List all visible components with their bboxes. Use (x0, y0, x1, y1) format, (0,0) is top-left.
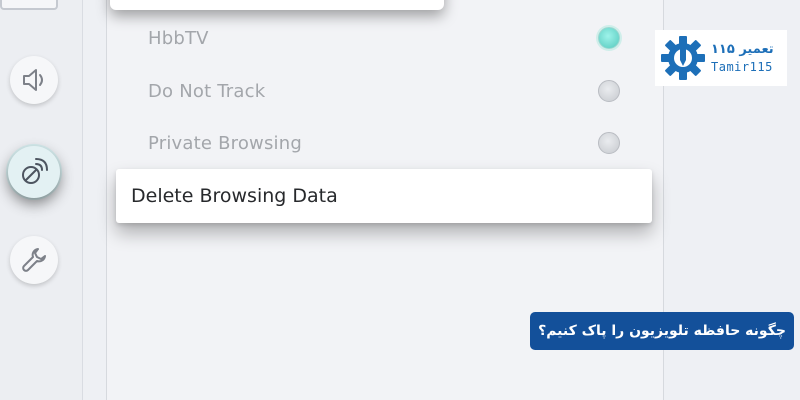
caption-banner: چگونه حافظه تلویزیون را پاک کنیم؟ (530, 312, 794, 350)
wrench-icon (22, 248, 46, 272)
menu-item-hbbtv[interactable]: HbbTV (148, 23, 628, 53)
private-browsing-toggle[interactable] (598, 132, 620, 154)
menu-item-private-browsing[interactable]: Private Browsing (148, 128, 628, 158)
menu-item-label: Private Browsing (148, 132, 302, 154)
sidebar-item-broadcasting[interactable] (8, 146, 60, 198)
menu-item-label: Do Not Track (148, 80, 266, 102)
brand-logo-text: تعمیر ۱۱۵ Tamir115 (711, 42, 774, 74)
hbbtv-toggle[interactable] (598, 27, 620, 49)
sidebar-top-icon-fragment[interactable] (0, 0, 58, 10)
settings-sidebar (0, 0, 83, 400)
brand-name-persian: تعمیر ۱۱۵ (711, 42, 774, 57)
menu-item-label: HbbTV (148, 27, 209, 49)
broadcast-icon (22, 158, 48, 184)
menu-item-delete-browsing-data[interactable]: Delete Browsing Data (116, 169, 652, 223)
sidebar-item-support[interactable] (10, 236, 58, 284)
menu-item-label: Delete Browsing Data (131, 185, 338, 207)
menu-item-above-fragment[interactable] (110, 0, 444, 10)
caption-text: چگونه حافظه تلویزیون را پاک کنیم؟ (538, 323, 786, 339)
sound-icon (23, 69, 43, 91)
do-not-track-toggle[interactable] (598, 80, 620, 102)
menu-item-do-not-track[interactable]: Do Not Track (148, 76, 628, 106)
sidebar-item-sound[interactable] (10, 56, 58, 104)
brand-name-latin: Tamir115 (711, 60, 773, 74)
gear-wrench-icon (661, 36, 705, 80)
brand-logo: تعمیر ۱۱۵ Tamir115 (655, 30, 787, 86)
